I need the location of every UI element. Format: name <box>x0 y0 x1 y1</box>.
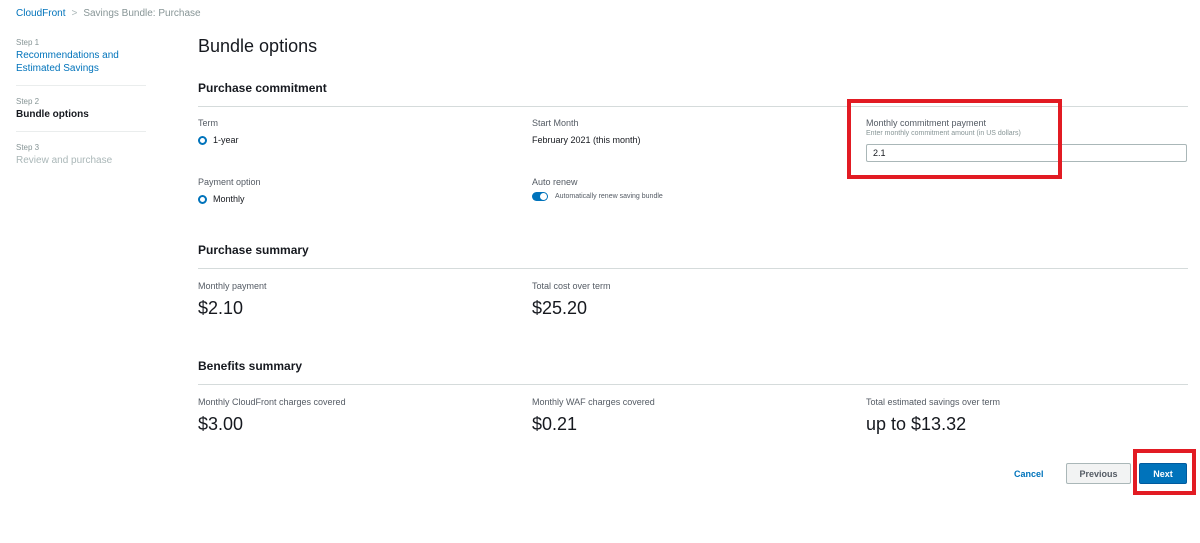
wizard-steps-nav: Step 1 Recommendations and Estimated Sav… <box>16 38 146 188</box>
start-month-value: February 2021 (this month) <box>532 135 641 145</box>
auto-renew-text: Automatically renew saving bundle <box>555 193 663 200</box>
estimated-savings-label: Total estimated savings over term <box>866 397 1001 407</box>
section-divider <box>198 268 1188 269</box>
breadcrumb-cloudfront-link[interactable]: CloudFront <box>16 8 65 19</box>
estimated-savings-value: up to $13.32 <box>866 414 967 434</box>
nav-step-label: Review and purchase <box>16 155 113 166</box>
auto-renew-toggle-row: Automatically renew saving bundle <box>532 192 663 201</box>
nav-step-number: Step 2 <box>16 97 40 106</box>
cancel-button[interactable]: Cancel <box>1008 465 1050 483</box>
waf-charges-value: $0.21 <box>532 414 578 434</box>
waf-charges-label: Monthly WAF charges covered <box>532 397 655 407</box>
radio-selected-icon[interactable] <box>198 135 207 145</box>
total-cost-label: Total cost over term <box>532 281 611 291</box>
nav-step-3: Step 3 Review and purchase <box>16 143 146 177</box>
nav-step-label: Bundle options <box>16 109 89 120</box>
cloudfront-charges-value: $3.00 <box>198 414 244 434</box>
auto-renew-label: Auto renew <box>532 177 578 187</box>
term-radio-1-year[interactable]: 1-year <box>198 135 239 145</box>
chevron-right-icon: > <box>71 8 78 19</box>
breadcrumb-current: Savings Bundle: Purchase <box>83 8 201 19</box>
radio-selected-icon[interactable] <box>198 194 207 204</box>
auto-renew-toggle[interactable] <box>532 192 548 201</box>
cloudfront-charges-label: Monthly CloudFront charges covered <box>198 397 346 407</box>
monthly-payment-value: $2.10 <box>198 298 244 318</box>
total-cost-value: $25.20 <box>532 298 588 318</box>
monthly-payment-label: Monthly payment <box>198 281 267 291</box>
breadcrumb: CloudFront > Savings Bundle: Purchase <box>16 8 201 19</box>
term-option-label: 1-year <box>213 135 239 145</box>
term-label: Term <box>198 118 218 128</box>
purchase-commitment-heading: Purchase commitment <box>198 81 327 95</box>
nav-step-1[interactable]: Step 1 Recommendations and Estimated Sav… <box>16 38 146 86</box>
payment-radio-monthly[interactable]: Monthly <box>198 194 245 204</box>
nav-step-2: Step 2 Bundle options <box>16 97 146 132</box>
toggle-knob <box>540 193 547 200</box>
start-month-label: Start Month <box>532 118 579 128</box>
purchase-summary-heading: Purchase summary <box>198 243 309 257</box>
nav-step-number: Step 1 <box>16 38 40 47</box>
nav-step-number: Step 3 <box>16 143 40 152</box>
previous-button[interactable]: Previous <box>1066 463 1131 484</box>
page-title: Bundle options <box>198 36 318 56</box>
benefits-summary-heading: Benefits summary <box>198 359 303 373</box>
highlight-box-next <box>1133 449 1196 495</box>
payment-option-label: Payment option <box>198 177 261 187</box>
highlight-box-commitment <box>847 99 1062 179</box>
payment-option-text: Monthly <box>213 194 245 204</box>
nav-step-label[interactable]: Recommendations and Estimated Savings <box>16 49 146 75</box>
section-divider <box>198 384 1188 385</box>
